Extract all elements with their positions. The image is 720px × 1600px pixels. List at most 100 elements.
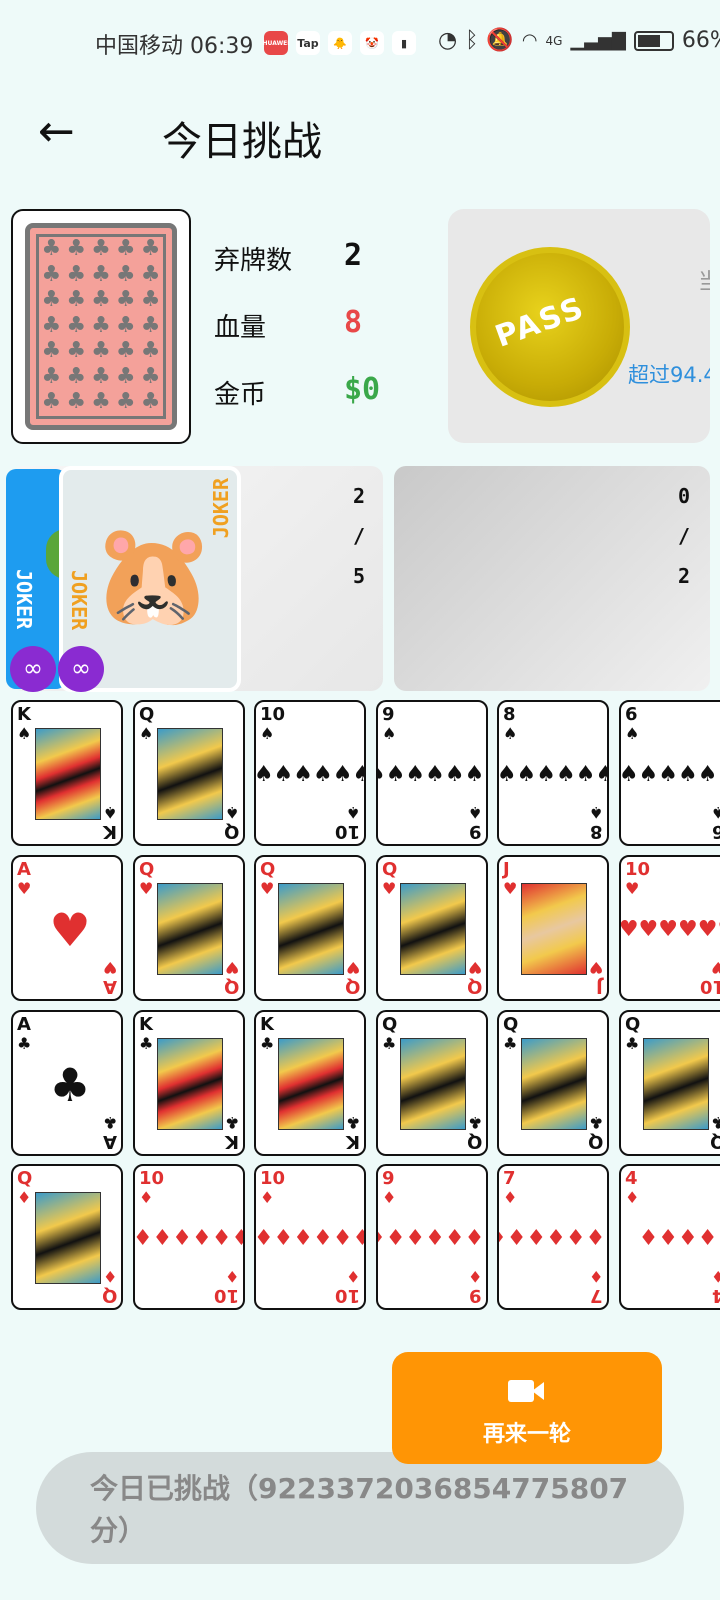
signal-icon: ▁▃▅▇: [570, 30, 626, 51]
card-rank: Q: [382, 859, 398, 880]
discard-row: 弃牌数 2: [214, 238, 414, 280]
card-suit-icon-flipped: ♥: [345, 958, 360, 977]
card-rank: 10: [260, 704, 286, 725]
card-suit-icon-flipped: ♥: [102, 958, 117, 977]
playing-card[interactable]: K ♣ K ♣: [133, 1010, 245, 1156]
card-suit-icon: ♥: [260, 879, 275, 898]
playing-card[interactable]: A ♥ A ♥ ♥: [11, 855, 123, 1001]
playing-card[interactable]: 10♥10♥♥♥♥♥♥♥♥♥♥♥: [619, 855, 720, 1001]
king-face-art: [35, 728, 101, 820]
playing-card[interactable]: 8♠8♠♠♠♠♠♠♠♠♠: [497, 700, 609, 846]
card-rank-flipped: Q: [223, 976, 239, 997]
hp-label: 血量: [214, 313, 267, 343]
card-suit-icon-flipped: ♥: [467, 958, 482, 977]
card-rank: K: [139, 1014, 153, 1035]
back-arrow-icon[interactable]: ←: [38, 107, 88, 157]
playing-card[interactable]: Q ♦ Q ♦: [11, 1164, 123, 1310]
card-rank-flipped: Q: [344, 976, 360, 997]
card-rank: 10: [139, 1168, 165, 1189]
replay-button[interactable]: 再来一轮: [392, 1352, 662, 1464]
deck-pattern-glyph: ♣: [115, 363, 136, 389]
playing-card[interactable]: 9♦9♦♦♦♦♦♦♦♦♦♦: [376, 1164, 488, 1310]
card-suit-icon-flipped: ♦: [467, 1267, 482, 1286]
challenge-text: 今日已挑战（9223372036854775807分）: [90, 1472, 629, 1547]
card-suit-icon-flipped: ♥: [224, 958, 239, 977]
card-rank-flipped: 10: [213, 1285, 239, 1306]
card-rank: Q: [139, 704, 155, 725]
playing-card[interactable]: Q♣Q♣: [619, 1010, 720, 1156]
playing-card[interactable]: 10♠10♠♠♠♠♠♠♠♠♠♠♠: [254, 700, 366, 846]
card-rank: 8: [503, 704, 516, 725]
deck-pattern-glyph: ♣: [91, 261, 111, 287]
playing-card[interactable]: 4♦4♦♦♦♦♦: [619, 1164, 720, 1310]
pass-coin-button[interactable]: PASS: [470, 247, 630, 407]
playing-card[interactable]: 10♦10♦♦♦♦♦♦♦♦♦♦♦: [254, 1164, 366, 1310]
card-suit-icon: ♦: [503, 1188, 518, 1207]
joker-count-slash: /: [352, 524, 366, 548]
deck-pattern-glyph: ♣: [41, 389, 62, 415]
deck-pattern-glyph: ♣: [41, 363, 62, 389]
card-suit-icon-flipped: ♣: [102, 1113, 117, 1132]
card-suit-icon: ♥: [382, 879, 397, 898]
playing-card[interactable]: K ♣ K ♣: [254, 1010, 366, 1156]
status-bar: 中国移动 06:39 HUAWEI Tap 🐥 🤡 ▮ ◔ ᛒ 🔕 ◠ 4G ▁…: [0, 0, 720, 90]
deck-pattern-glyph: ♣: [140, 363, 161, 389]
playing-card[interactable]: 7♦7♦♦♦♦♦♦♦♦: [497, 1164, 609, 1310]
page-title: 今日挑战: [162, 119, 322, 165]
playing-card[interactable]: 6♠6♠♠♠♠♠♠♠: [619, 700, 720, 846]
deck-pattern-glyph: ♣: [66, 236, 87, 261]
deck-pattern-glyph: ♣: [41, 236, 62, 261]
card-suit-icon: ♠: [625, 724, 640, 743]
card-suit-icon: ♣: [625, 1034, 640, 1053]
deck-back: ♣ ♣ ♣ ♣ ♣ ♣ ♣ ♣ ♣ ♣ ♣ ♣ ♣ ♣ ♣ ♣ ♣ ♣ ♣ ♣ ♣ ♣ ♣ ♣ ♣ ♣ ♣ ♣ ♣ ♣ ♣ ♣ ♣ ♣ ♣: [25, 223, 177, 430]
pass-percent-text: 超过94.4: [628, 363, 710, 387]
deck-pattern: ♣ ♣ ♣ ♣ ♣ ♣ ♣ ♣ ♣ ♣ ♣ ♣ ♣ ♣ ♣ ♣ ♣ ♣ ♣ ♣ ♣ ♣ ♣ ♣ ♣ ♣ ♣ ♣ ♣ ♣ ♣ ♣ ♣ ♣ ♣: [36, 234, 166, 419]
slot-count-max: 2: [677, 564, 691, 588]
deck-pattern-glyph: ♣: [91, 236, 111, 261]
card-suit-icon-flipped: ♣: [711, 1113, 720, 1132]
discard-label: 弃牌数: [214, 246, 293, 276]
card-rank-flipped: Q: [710, 1131, 720, 1152]
playing-card[interactable]: Q♣Q♣: [376, 1010, 488, 1156]
card-suit-icon: ♠: [382, 724, 397, 743]
card-pips: ♠♠♠♠♠♠♠♠: [497, 762, 607, 787]
card-suit-icon-flipped: ♦: [224, 1267, 239, 1286]
card-suit-icon: ♥: [503, 879, 518, 898]
queen-face-art: [521, 1038, 587, 1130]
playing-card[interactable]: 9♠9♠♠♠♠♠♠♠♠♠♠: [376, 700, 488, 846]
card-suit-icon: ♣: [17, 1034, 32, 1053]
hp-row: 血量 8: [214, 305, 414, 347]
playing-card[interactable]: J ♥ J ♥: [497, 855, 609, 1001]
playing-card[interactable]: 10♦10♦♦♦♦♦♦♦♦♦♦♦: [133, 1164, 245, 1310]
playing-card[interactable]: Q ♥ Q ♥: [376, 855, 488, 1001]
card-rank: 9: [382, 704, 395, 725]
playing-card[interactable]: Q ♥ Q ♥: [254, 855, 366, 1001]
speed-icon: ◔: [438, 28, 458, 53]
hp-value: 8: [344, 305, 363, 340]
deck-pattern-glyph: ♣: [115, 312, 136, 338]
battery-percent: 66%: [681, 28, 720, 53]
deck-pattern-glyph: ♣: [66, 338, 87, 364]
deck-pattern-glyph: ♣: [115, 261, 136, 287]
card-suit-icon-flipped: ♥: [588, 958, 603, 977]
playing-card[interactable]: Q ♠ Q ♠: [133, 700, 245, 846]
queen-face-art: [400, 883, 466, 975]
card-pips: ♦♦♦♦♦♦♦♦♦♦: [133, 1226, 243, 1251]
deck-card[interactable]: ♣ ♣ ♣ ♣ ♣ ♣ ♣ ♣ ♣ ♣ ♣ ♣ ♣ ♣ ♣ ♣ ♣ ♣ ♣ ♣ ♣ ♣ ♣ ♣ ♣ ♣ ♣ ♣ ♣ ♣ ♣ ♣ ♣ ♣ ♣: [11, 209, 191, 444]
queen-face-art: [35, 1192, 101, 1284]
card-rank-flipped: J: [596, 976, 603, 997]
playing-card[interactable]: A ♣ A ♣ ♣: [11, 1010, 123, 1156]
deck-pattern-glyph: ♣: [115, 287, 136, 313]
coins-value: $0: [344, 372, 381, 407]
card-suit-icon-flipped: ♠: [467, 803, 482, 822]
deck-pattern-glyph: ♣: [66, 287, 87, 313]
playing-card[interactable]: Q ♥ Q ♥: [133, 855, 245, 1001]
playing-card[interactable]: K ♠ K ♠: [11, 700, 123, 846]
jack-face-art: [521, 883, 587, 975]
coins-label: 金币: [214, 380, 267, 410]
deck-pattern-glyph: ♣: [41, 287, 62, 313]
card-suit-icon-flipped: ♠: [345, 803, 360, 822]
card-suit-icon: ♣: [382, 1034, 397, 1053]
playing-card[interactable]: Q♣Q♣: [497, 1010, 609, 1156]
card-rank: 9: [382, 1168, 395, 1189]
